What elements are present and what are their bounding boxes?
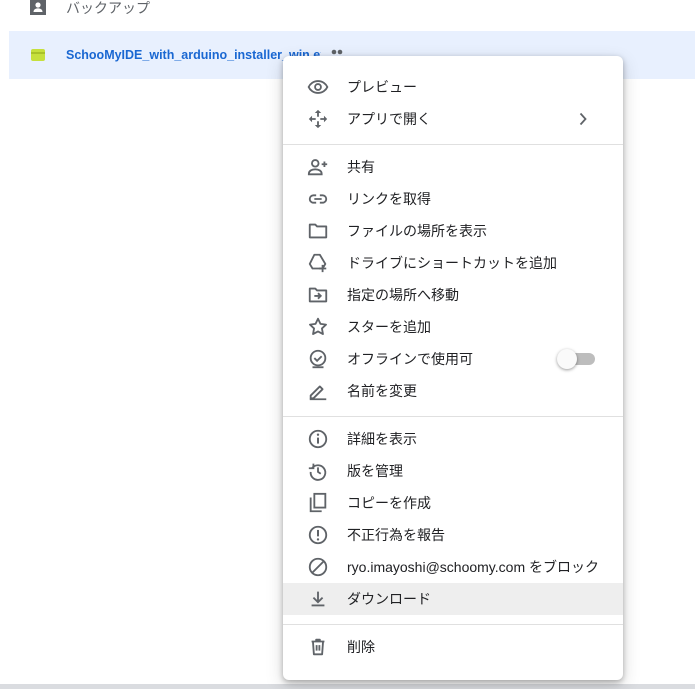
menu-item-label: アプリで開く — [347, 111, 431, 127]
menu-item-label: 指定の場所へ移動 — [347, 287, 459, 303]
menu-item-label: プレビュー — [347, 79, 417, 95]
context-menu: プレビュー アプリで開く 共有 リンクを取得 ファイルの場所を表示 ドライブにシ… — [283, 56, 623, 680]
drive-shortcut-icon — [307, 252, 329, 274]
file-icon — [31, 49, 45, 61]
chevron-right-icon — [579, 112, 587, 126]
menu-item-label: 共有 — [347, 159, 375, 175]
folder-move-icon — [307, 284, 329, 306]
offline-toggle[interactable] — [557, 349, 595, 369]
menu-item-label: オフラインで使用可 — [347, 351, 473, 367]
copy-icon — [307, 492, 329, 514]
menu-item-get-link[interactable]: リンクを取得 — [283, 183, 623, 215]
toggle-knob — [557, 349, 577, 369]
menu-item-label: ryo.imayoshi@schoomy.com をブロック — [347, 559, 599, 575]
star-icon — [307, 316, 329, 338]
menu-item-open-with[interactable]: アプリで開く — [283, 103, 623, 135]
link-icon — [307, 188, 329, 210]
menu-item-label: 削除 — [347, 639, 375, 655]
menu-item-download[interactable]: ダウンロード — [283, 583, 623, 615]
menu-item-report-abuse[interactable]: 不正行為を報告 — [283, 519, 623, 551]
menu-item-label: 詳細を表示 — [347, 431, 417, 447]
menu-item-label: ドライブにショートカットを追加 — [347, 255, 557, 271]
pencil-icon — [307, 380, 329, 402]
menu-item-block-user[interactable]: ryo.imayoshi@schoomy.com をブロック — [283, 551, 623, 583]
eye-icon — [307, 76, 329, 98]
person-add-icon — [307, 156, 329, 178]
menu-item-share[interactable]: 共有 — [283, 151, 623, 183]
menu-item-label: ダウンロード — [347, 591, 431, 607]
history-icon — [307, 460, 329, 482]
download-icon — [307, 588, 329, 610]
menu-item-rename[interactable]: 名前を変更 — [283, 375, 623, 407]
report-icon — [307, 524, 329, 546]
menu-item-delete[interactable]: 削除 — [283, 631, 623, 663]
menu-item-details[interactable]: 詳細を表示 — [283, 423, 623, 455]
menu-item-label: スターを追加 — [347, 319, 431, 335]
offline-check-icon — [307, 348, 329, 370]
block-icon — [307, 556, 329, 578]
folder-icon — [307, 220, 329, 242]
menu-item-label: 版を管理 — [347, 463, 403, 479]
menu-item-make-copy[interactable]: コピーを作成 — [283, 487, 623, 519]
menu-item-label: コピーを作成 — [347, 495, 431, 511]
menu-item-offline[interactable]: オフラインで使用可 — [283, 343, 623, 375]
menu-divider — [283, 144, 623, 145]
menu-item-label: ファイルの場所を表示 — [347, 223, 487, 239]
menu-item-preview[interactable]: プレビュー — [283, 71, 623, 103]
menu-item-label: 名前を変更 — [347, 383, 417, 399]
menu-item-add-star[interactable]: スターを追加 — [283, 311, 623, 343]
menu-item-move-to[interactable]: 指定の場所へ移動 — [283, 279, 623, 311]
menu-divider — [283, 416, 623, 417]
footer-divider — [0, 684, 695, 689]
menu-item-show-location[interactable]: ファイルの場所を表示 — [283, 215, 623, 247]
info-icon — [307, 428, 329, 450]
menu-item-manage-versions[interactable]: 版を管理 — [283, 455, 623, 487]
menu-item-label: リンクを取得 — [347, 191, 431, 207]
list-item-label: バックアップ — [66, 0, 150, 16]
trash-icon — [307, 636, 329, 658]
menu-item-label: 不正行為を報告 — [347, 527, 445, 543]
list-item-backup[interactable]: バックアップ — [28, 0, 695, 22]
menu-item-add-shortcut[interactable]: ドライブにショートカットを追加 — [283, 247, 623, 279]
move-arrows-icon — [307, 108, 329, 130]
menu-divider — [283, 624, 623, 625]
folder-person-icon — [28, 0, 48, 17]
